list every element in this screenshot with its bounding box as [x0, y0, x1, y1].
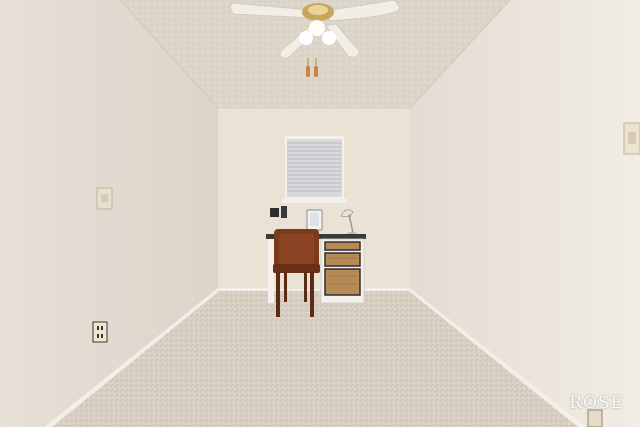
picture-frame-icon — [306, 209, 323, 231]
window-with-blinds — [282, 136, 347, 203]
room-photo: ROSE — [0, 0, 640, 427]
desk-drawers — [324, 241, 361, 296]
room-illustration — [0, 0, 640, 427]
light-switch-icon — [623, 122, 640, 155]
light-switch-icon — [96, 187, 113, 210]
watermark: ROSE — [569, 393, 624, 413]
wall-outlet-icon — [92, 321, 108, 343]
